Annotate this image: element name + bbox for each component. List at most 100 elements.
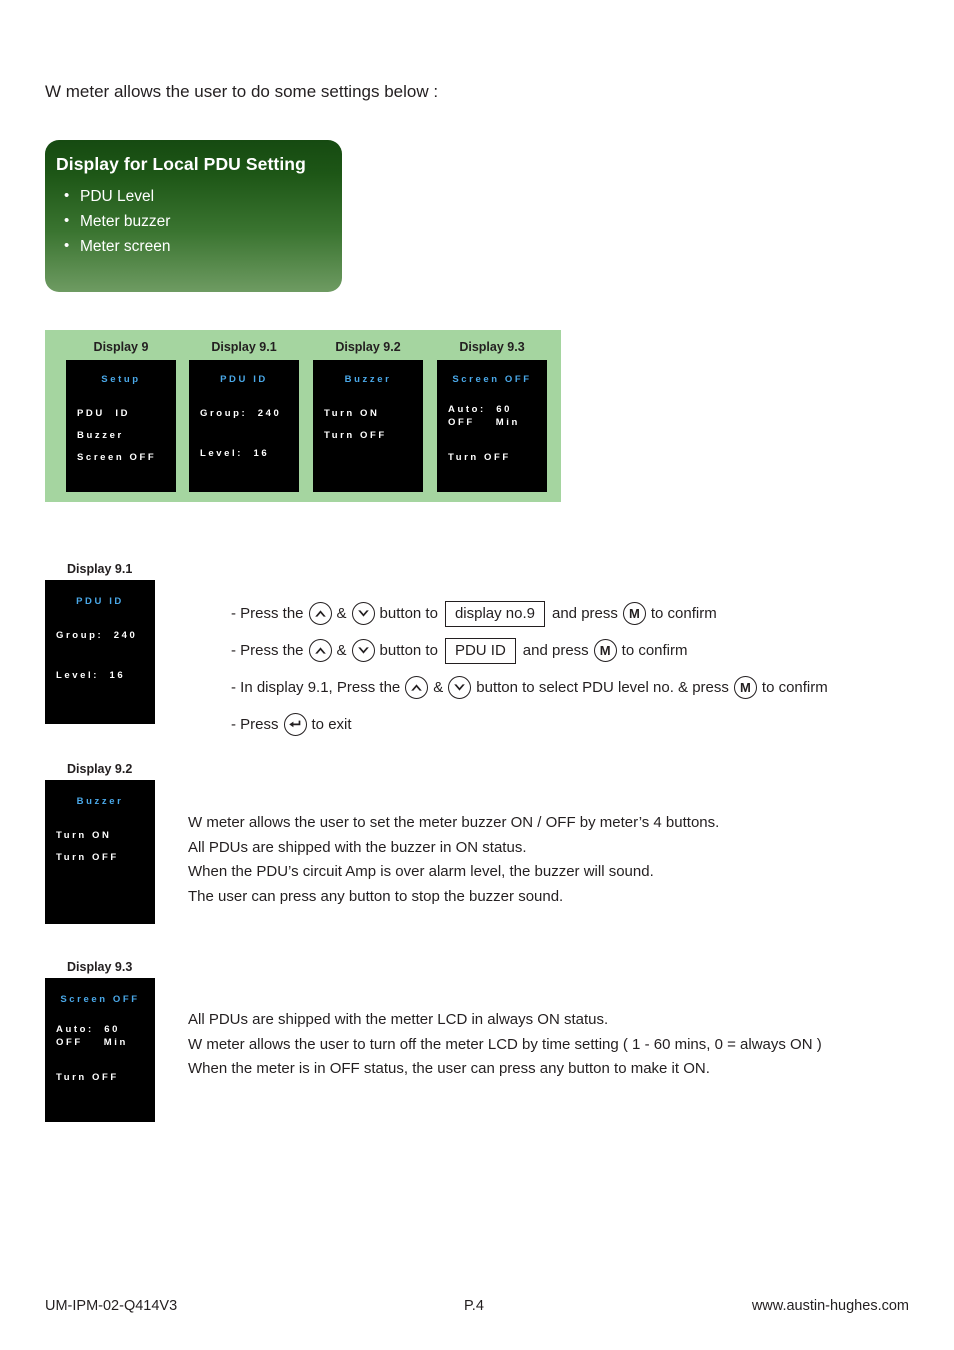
- paragraph-line: When the meter is in OFF status, the use…: [188, 1060, 710, 1077]
- back-arrow-icon[interactable]: [283, 713, 307, 736]
- display-caption: Display 9.1: [211, 340, 277, 354]
- chevron-down-icon[interactable]: [351, 639, 375, 662]
- lcd-line: Turn ON: [324, 408, 380, 419]
- lcd-line: PDU ID: [77, 408, 131, 419]
- section-caption: Display 9.3: [67, 960, 133, 974]
- lcd-line: Level: 16: [56, 670, 126, 681]
- paragraph-line: When the PDU’s circuit Amp is over alarm…: [188, 863, 654, 880]
- lcd-title: PDU ID: [220, 374, 268, 385]
- boxed-value-display-no-9[interactable]: display no.9: [444, 600, 545, 627]
- instruction-conjunction: &: [336, 642, 347, 659]
- lcd-line: Turn ON: [56, 830, 112, 841]
- confirm-m-icon[interactable]: M: [622, 602, 646, 625]
- lcd-body: Group: 240 Level: 16: [189, 403, 299, 465]
- section-display-9-3: Display 9.3 Screen OFF Auto: 60 OFF Min …: [45, 960, 155, 1122]
- instruction-row-3: - In display 9.1, Press the & button to …: [231, 669, 921, 706]
- callout-list: PDU Level Meter buzzer Meter screen: [56, 183, 342, 259]
- instruction-conjunction: &: [336, 605, 347, 622]
- list-item: PDU Level: [56, 183, 342, 209]
- section-caption: Display 9.1: [67, 562, 133, 576]
- paragraph-line: W meter allows the user to turn off the …: [188, 1035, 822, 1053]
- lcd-line: Buzzer: [77, 430, 124, 441]
- instruction-row-1: - Press the & button to display no.9 and…: [231, 595, 921, 632]
- chevron-down-icon[interactable]: [448, 676, 472, 699]
- chevron-up-icon[interactable]: [308, 602, 332, 625]
- lcd-line: OFF Min: [56, 1037, 128, 1048]
- lcd-title: Buzzer: [76, 796, 124, 807]
- section-display-9-1: Display 9.1 PDU ID Group: 240 Level: 16: [45, 562, 155, 724]
- instruction-prefix: - In display 9.1, Press the: [231, 679, 401, 696]
- lcd-line: OFF Min: [448, 417, 520, 428]
- lcd-line: Group: 240: [56, 630, 138, 641]
- instruction-mid: button to: [379, 642, 438, 659]
- paragraph-line: All PDUs are shipped with the buzzer in …: [188, 838, 527, 856]
- lcd-body: Turn ON Turn OFF: [313, 403, 423, 447]
- chevron-up-icon[interactable]: [405, 676, 429, 699]
- confirm-m-icon[interactable]: M: [733, 676, 757, 699]
- display-column-9-2: Display 9.2 Buzzer Turn ON Turn OFF: [310, 340, 426, 492]
- instruction-row-4: - Press to exit: [231, 706, 921, 743]
- paragraph-9-3: All PDUs are shipped with the metter LCD…: [188, 1008, 822, 1082]
- boxed-value-pdu-id[interactable]: PDU ID: [444, 637, 516, 664]
- display-column-9-1: Display 9.1 PDU ID Group: 240 Level: 16: [186, 340, 302, 492]
- instruction-row-2: - Press the & button to PDU ID and press…: [231, 632, 921, 669]
- lcd-line: Group: 240: [200, 408, 282, 419]
- display-caption: Display 9.2: [335, 340, 401, 354]
- instruction-prefix: - Press the: [231, 605, 304, 622]
- instruction-after-box: and press: [522, 642, 589, 659]
- paragraph-line: All PDUs are shipped with the metter LCD…: [188, 1011, 609, 1028]
- display-column-9-3: Display 9.3 Screen OFF Auto: 60 OFF Min …: [434, 340, 550, 492]
- section-caption: Display 9.2: [67, 762, 133, 776]
- lcd-screen-9: Setup PDU ID Buzzer Screen OFF: [66, 360, 176, 492]
- display-flow-strip: Display 9 Setup PDU ID Buzzer Screen OFF…: [45, 330, 561, 502]
- instruction-mid: button to select PDU level no. & press: [476, 679, 729, 696]
- lcd-title: PDU ID: [76, 596, 124, 607]
- list-item: Meter screen: [56, 233, 342, 259]
- lcd-line: Turn OFF: [56, 852, 119, 863]
- footer-document-code: UM-IPM-02-Q414V3: [45, 1298, 178, 1314]
- callout-title: Display for Local PDU Setting: [56, 154, 306, 174]
- lcd-line: Auto: 60: [448, 404, 513, 415]
- instruction-prefix: - Press: [231, 716, 279, 733]
- chevron-down-icon[interactable]: [351, 602, 375, 625]
- lcd-line: Turn OFF: [324, 430, 387, 441]
- page-footer: UM-IPM-02-Q414V3 P.4 www.austin-hughes.c…: [0, 1298, 954, 1320]
- lcd-body: Group: 240 Level: 16: [45, 625, 155, 687]
- lcd-body: PDU ID Buzzer Screen OFF: [66, 403, 176, 469]
- chevron-up-icon[interactable]: [308, 639, 332, 662]
- instruction-list-9-1: - Press the & button to display no.9 and…: [231, 595, 921, 743]
- lcd-line: Level: 16: [200, 448, 270, 459]
- display-caption: Display 9: [93, 340, 149, 354]
- instruction-suffix: to confirm: [621, 642, 688, 659]
- instruction-suffix: to confirm: [761, 679, 828, 696]
- lcd-line: Turn OFF: [448, 452, 511, 463]
- lcd-screen-9-1-detail: PDU ID Group: 240 Level: 16: [45, 580, 155, 724]
- lcd-body: Turn ON Turn OFF: [45, 825, 155, 869]
- footer-page-number: P.4: [464, 1298, 484, 1314]
- paragraph-line: The user can press any button to stop th…: [188, 887, 564, 905]
- lcd-screen-9-3-detail: Screen OFF Auto: 60 OFF Min Turn OFF: [45, 978, 155, 1122]
- display-caption: Display 9.3: [459, 340, 525, 354]
- display-column-9: Display 9 Setup PDU ID Buzzer Screen OFF: [63, 340, 179, 492]
- instruction-after-box: and press: [552, 605, 618, 622]
- lcd-line: Auto: 60: [56, 1024, 121, 1035]
- instruction-suffix: to exit: [311, 716, 352, 733]
- lcd-screen-9-3: Screen OFF Auto: 60 OFF Min Turn OFF: [437, 360, 547, 492]
- lcd-line: Turn OFF: [56, 1072, 119, 1083]
- section-display-9-2: Display 9.2 Buzzer Turn ON Turn OFF: [45, 762, 155, 924]
- instruction-suffix: to confirm: [650, 605, 717, 622]
- lcd-title: Screen OFF: [60, 994, 140, 1005]
- list-item: Meter buzzer: [56, 208, 342, 234]
- paragraph-9-2: W meter allows the user to set the meter…: [188, 811, 719, 909]
- lcd-title: Screen OFF: [452, 374, 532, 385]
- lcd-title: Setup: [101, 374, 141, 385]
- lcd-body: Auto: 60 OFF Min Turn OFF: [45, 1023, 155, 1089]
- lcd-body: Auto: 60 OFF Min Turn OFF: [437, 403, 547, 469]
- intro-text: W meter allows the user to do some setti…: [45, 82, 439, 101]
- confirm-m-icon[interactable]: M: [593, 639, 617, 662]
- instruction-prefix: - Press the: [231, 642, 304, 659]
- local-pdu-setting-callout: Display for Local PDU Setting PDU Level …: [45, 140, 342, 292]
- instruction-mid: button to: [379, 605, 438, 622]
- instruction-conjunction: &: [433, 679, 444, 696]
- lcd-line: Screen OFF: [77, 452, 157, 463]
